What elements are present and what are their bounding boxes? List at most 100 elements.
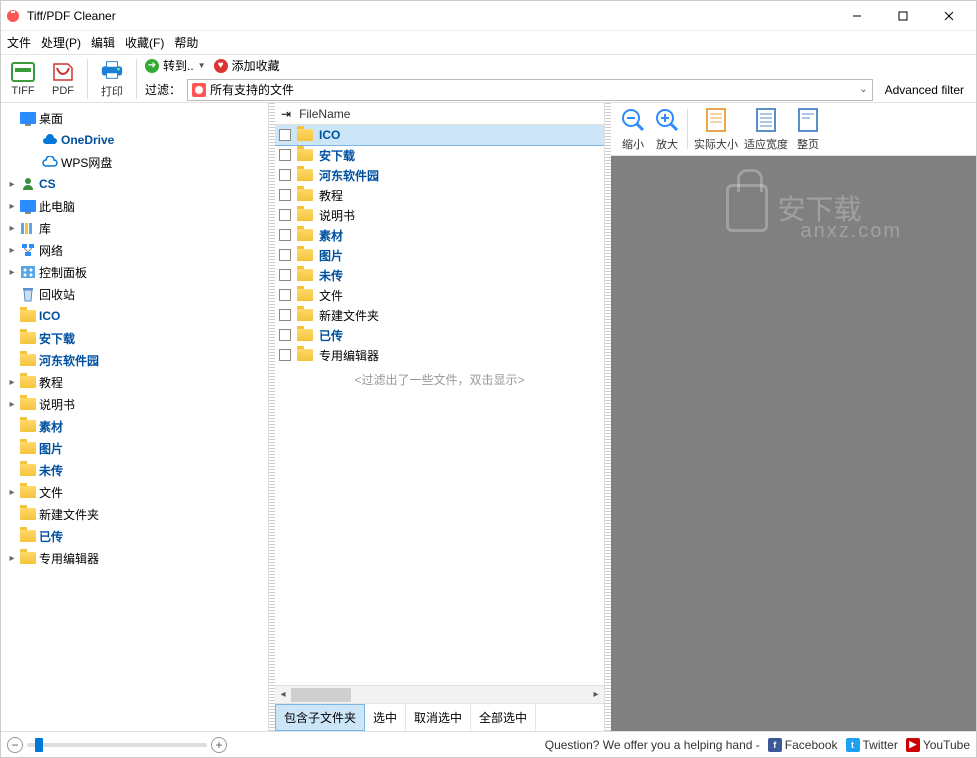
tree-item[interactable]: ▸ 教程 [1,371,268,393]
file-row[interactable]: 素材 [275,225,604,245]
zoom-slider[interactable] [27,743,207,747]
fit-width-button[interactable]: 适应宽度 [744,106,788,152]
filter-select[interactable]: 所有支持的文件 ⌄ [187,79,873,101]
pdf-button[interactable]: PDF [47,59,79,99]
facebook-link[interactable]: fFacebook [768,738,838,752]
tree-item[interactable]: ▸ 库 [1,217,268,239]
zoom-plus-button[interactable]: + [211,737,227,753]
twitter-link[interactable]: tTwitter [846,738,898,752]
youtube-link[interactable]: ▶YouTube [906,738,970,752]
checkbox[interactable] [279,149,291,161]
app-icon [5,8,21,24]
tree-item[interactable]: 未传 [1,459,268,481]
file-row[interactable]: 安下载 [275,145,604,165]
menu-file[interactable]: 文件 [7,34,31,51]
file-list-header: ⇥ FileName [275,103,604,125]
file-row[interactable]: 教程 [275,185,604,205]
tree-item-label: 此电脑 [39,198,75,215]
zoom-minus-button[interactable]: − [7,737,23,753]
tree-item[interactable]: ▸ 专用编辑器 [1,547,268,569]
uncheck-button[interactable]: 取消选中 [406,704,471,731]
check-button[interactable]: 选中 [365,704,406,731]
filter-message[interactable]: <过滤出了一些文件，双击显示> [275,365,604,394]
expand-icon[interactable]: ▸ [7,223,17,234]
tree-item[interactable]: OneDrive [1,129,268,151]
tree-item[interactable]: ▸ 网络 [1,239,268,261]
close-button[interactable] [926,2,972,30]
tree-item-label: 新建文件夹 [39,506,99,523]
checkbox[interactable] [279,309,291,321]
tiff-button[interactable]: TIFF [7,59,39,99]
convert-button[interactable]: ➔ 转到.. ▼ [145,57,206,74]
checkbox[interactable] [279,229,291,241]
tree-item[interactable]: 桌面 [1,107,268,129]
menu-help[interactable]: 帮助 [174,34,198,51]
tree-item[interactable]: ▸ 控制面板 [1,261,268,283]
checkbox[interactable] [279,289,291,301]
zoom-out-button[interactable]: 缩小 [619,106,647,152]
check-all-button[interactable]: 全部选中 [471,704,536,731]
checkbox[interactable] [279,249,291,261]
expand-icon[interactable]: ▸ [7,553,17,564]
tree-item[interactable]: 图片 [1,437,268,459]
favorite-button[interactable]: ♥ 添加收藏 [214,57,280,74]
print-button[interactable]: 打印 [96,57,128,101]
scroll-right-icon[interactable]: ▸ [588,687,604,703]
file-row[interactable]: 图片 [275,245,604,265]
expand-icon[interactable]: ▸ [7,267,17,278]
tree-item[interactable]: ICO [1,305,268,327]
tree-item-label: CS [39,177,56,191]
checkbox[interactable] [279,209,291,221]
scroll-thumb[interactable] [291,688,351,702]
file-name: 素材 [319,227,343,244]
checkbox[interactable] [279,329,291,341]
file-row[interactable]: 已传 [275,325,604,345]
tree-item[interactable]: ▸ 说明书 [1,393,268,415]
scroll-left-icon[interactable]: ◂ [275,687,291,703]
checkbox[interactable] [279,129,291,141]
checkbox[interactable] [279,189,291,201]
tree-item[interactable]: 新建文件夹 [1,503,268,525]
expand-icon[interactable]: ▸ [7,245,17,256]
pin-icon[interactable]: ⇥ [281,107,291,121]
actual-size-button[interactable]: 实际大小 [694,106,738,152]
tree-item[interactable]: ▸ 文件 [1,481,268,503]
include-subfolders-button[interactable]: 包含子文件夹 [275,704,365,731]
tree-item[interactable]: ▸ 此电脑 [1,195,268,217]
menu-edit[interactable]: 编辑 [91,34,115,51]
checkbox[interactable] [279,349,291,361]
file-row[interactable]: 新建文件夹 [275,305,604,325]
tree-item[interactable]: 素材 [1,415,268,437]
tree-item[interactable]: 已传 [1,525,268,547]
file-row[interactable]: 专用编辑器 [275,345,604,365]
horizontal-scrollbar[interactable]: ◂ ▸ [275,685,604,703]
full-page-button[interactable]: 整页 [794,106,822,152]
expand-icon[interactable]: ▸ [7,179,17,190]
expand-icon[interactable]: ▸ [7,377,17,388]
expand-icon[interactable]: ▸ [7,487,17,498]
tree-item[interactable]: WPS网盘 [1,151,268,173]
advanced-filter-link[interactable]: Advanced filter [879,83,970,97]
checkbox[interactable] [279,269,291,281]
folder-icon [20,308,36,324]
expand-icon[interactable]: ▸ [7,201,17,212]
expand-icon[interactable]: ▸ [7,399,17,410]
tree-item[interactable]: 回收站 [1,283,268,305]
file-row[interactable]: 未传 [275,265,604,285]
zoom-in-button[interactable]: 放大 [653,106,681,152]
menu-favorite[interactable]: 收藏(F) [125,34,164,51]
file-row[interactable]: 说明书 [275,205,604,225]
minimize-button[interactable] [834,2,880,30]
menu-process[interactable]: 处理(P) [41,34,81,51]
tree-item[interactable]: 安下载 [1,327,268,349]
column-filename[interactable]: FileName [299,107,350,121]
checkbox[interactable] [279,169,291,181]
file-row[interactable]: ICO [275,125,604,145]
tree-item[interactable]: ▸ CS [1,173,268,195]
watermark: 安下载 anxz.com [725,184,861,232]
tree-item[interactable]: 河东软件园 [1,349,268,371]
maximize-button[interactable] [880,2,926,30]
file-row[interactable]: 河东软件园 [275,165,604,185]
folder-icon [297,189,313,201]
file-row[interactable]: 文件 [275,285,604,305]
